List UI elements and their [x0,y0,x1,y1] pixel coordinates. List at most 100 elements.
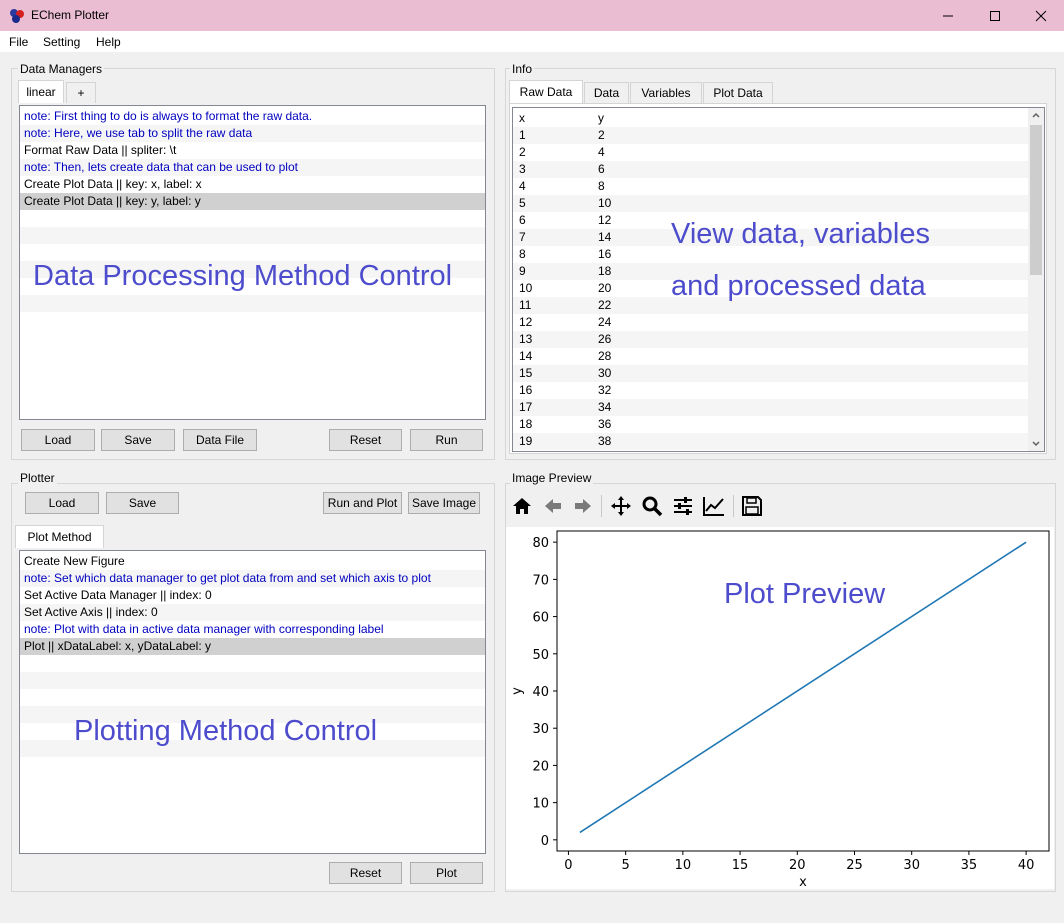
forward-button[interactable] [571,494,595,518]
x-axis-label: x [799,875,807,889]
zoom-icon [642,496,663,517]
scrollbar-thumb[interactable] [1030,125,1042,275]
save-image-button[interactable]: Save Image [408,492,480,514]
table-row[interactable]: 24 [513,144,1029,161]
pan-button[interactable] [609,494,633,518]
run-and-plot-button[interactable]: Run and Plot [323,492,402,514]
dm-reset-button[interactable]: Reset [329,429,402,451]
edit-axis-button[interactable] [702,494,726,518]
maximize-button[interactable] [972,0,1018,31]
list-item[interactable]: note: Here, we use tab to split the raw … [20,125,485,142]
info-overlay-label-line2: and processed data [671,270,926,302]
list-item[interactable]: Create New Figure [20,553,485,570]
table-row[interactable]: 12 24 [513,314,1029,331]
list-item-selected[interactable]: Plot || xDataLabel: x, yDataLabel: y [20,638,485,655]
plot-preview-overlay-label: Plot Preview [724,578,886,610]
menu-setting[interactable]: Setting [43,35,80,49]
data-processing-overlay-label: Data Processing Method Control [33,260,453,292]
list-item[interactable]: note: Plot with data in active data mana… [20,621,485,638]
pan-icon [611,496,631,516]
tab-linear[interactable]: linear [18,80,64,103]
plot-button[interactable]: Plot [410,862,483,884]
back-button[interactable] [541,494,565,518]
minimize-icon [943,15,953,16]
table-row[interactable]: 13 26 [513,331,1029,348]
forward-icon [575,499,591,513]
dm-save-button[interactable]: Save [101,429,175,451]
x-tick-label: 5 [622,858,630,873]
plotter-title: Plotter [18,471,57,485]
tab-raw-data[interactable]: Raw Data [509,80,583,103]
y-tick-label: 20 [532,759,549,774]
column-header-y: y [598,111,604,125]
x-tick-label: 20 [789,858,806,873]
y-tick-label: 0 [541,834,549,849]
tab-add[interactable]: + [66,82,96,103]
table-row[interactable]: 19 38 [513,433,1029,450]
configure-subplots-button[interactable] [671,494,695,518]
list-item[interactable]: Create Plot Data || key: x, label: x [20,176,485,193]
menu-file[interactable]: File [9,35,28,49]
dm-run-button[interactable]: Run [410,429,483,451]
list-item[interactable]: Set Active Axis || index: 0 [20,604,485,621]
tab-data[interactable]: Data [584,82,629,103]
minimize-button[interactable] [925,0,971,31]
scroll-down-icon[interactable] [1032,441,1040,447]
table-row[interactable]: 5 10 [513,195,1029,212]
table-row[interactable]: 15 30 [513,365,1029,382]
close-icon [1035,10,1047,21]
plotter-save-button[interactable]: Save [106,492,179,514]
list-item[interactable]: note: Then, lets create data that can be… [20,159,485,176]
table-row[interactable]: 36 [513,161,1029,178]
plotter-load-button[interactable]: Load [25,492,99,514]
empty-row [20,295,485,312]
empty-row [20,672,485,689]
title-bar: EChem Plotter [0,0,1064,31]
save-figure-button[interactable] [740,494,764,518]
y-tick-label: 10 [532,797,549,812]
tab-variables[interactable]: Variables [630,82,702,103]
column-header-x: x [519,111,525,125]
y-tick-label: 60 [532,611,549,626]
vertical-scrollbar[interactable] [1028,108,1044,451]
table-row[interactable]: 48 [513,178,1029,195]
table-row[interactable]: 17 34 [513,399,1029,416]
close-button[interactable] [1018,0,1064,31]
list-item-selected[interactable]: Create Plot Data || key: y, label: y [20,193,485,210]
table-row[interactable]: 14 28 [513,348,1029,365]
tab-plot-data[interactable]: Plot Data [703,82,773,103]
app-logo-icon [10,9,24,23]
image-preview-title: Image Preview [510,471,594,485]
back-icon [545,499,561,513]
menu-help[interactable]: Help [96,35,121,49]
list-item[interactable]: Format Raw Data || spliter: \t [20,142,485,159]
list-item[interactable]: note: First thing to do is always to for… [20,108,485,125]
edit-axis-icon [703,497,724,516]
y-tick-label: 40 [532,685,549,700]
configure-subplots-icon [674,497,692,515]
table-row[interactable]: 16 32 [513,382,1029,399]
table-row[interactable]: 12 [513,127,1029,144]
info-overlay-label-line1: View data, variables [671,218,931,250]
tab-plot-method[interactable]: Plot Method [15,525,104,548]
zoom-button[interactable] [640,494,664,518]
dm-data-file-button[interactable]: Data File [183,429,257,451]
table-header: x y [513,110,1029,127]
plotter-reset-button[interactable]: Reset [329,862,402,884]
plot-method-list[interactable]: Create New Figure note: Set which data m… [19,550,486,854]
empty-row [20,227,485,244]
x-tick-label: 35 [961,858,978,873]
plotting-method-overlay-label: Plotting Method Control [74,715,378,747]
home-button[interactable] [510,494,534,518]
x-tick-label: 40 [1018,858,1035,873]
dm-load-button[interactable]: Load [21,429,95,451]
maximize-icon [990,10,1000,21]
list-item[interactable]: Set Active Data Manager || index: 0 [20,587,485,604]
table-row[interactable]: 18 36 [513,416,1029,433]
y-tick-label: 70 [532,573,549,588]
menu-bar: File Setting Help [0,31,1064,52]
scroll-up-icon[interactable] [1032,112,1040,118]
list-item[interactable]: note: Set which data manager to get plot… [20,570,485,587]
y-tick-label: 80 [532,536,549,551]
y-tick-label: 50 [532,648,549,663]
